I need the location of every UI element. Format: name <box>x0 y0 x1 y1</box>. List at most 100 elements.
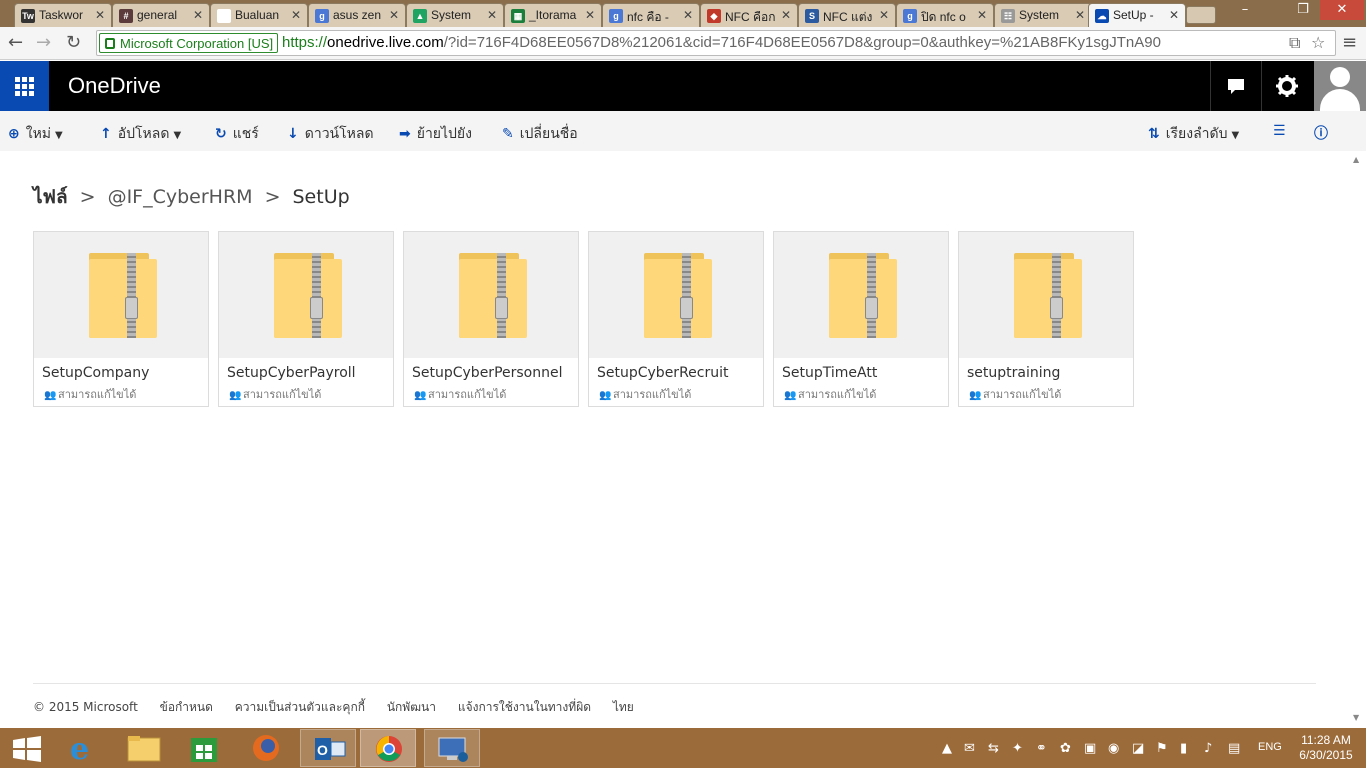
new-tab-button[interactable] <box>1186 6 1216 24</box>
browser-tab[interactable]: ▲ System ✕ <box>406 3 504 27</box>
browser-tab[interactable]: g ปิด nfc o ✕ <box>896 3 994 27</box>
browser-tab[interactable]: g asus zen ✕ <box>308 3 406 27</box>
folder-name[interactable]: setuptraining <box>967 365 1060 381</box>
tab-close-icon[interactable]: ✕ <box>291 8 301 22</box>
folder-name[interactable]: SetupCyberRecruit <box>597 365 728 381</box>
notifications-button[interactable] <box>1210 61 1260 111</box>
taskbar-chrome[interactable] <box>360 729 416 767</box>
tray-app-icon[interactable]: ⚑ <box>1156 741 1168 756</box>
address-bar[interactable]: Microsoft Corporation [US] https://onedr… <box>96 30 1336 56</box>
volume-icon[interactable]: ♪ <box>1204 741 1212 756</box>
tab-close-icon[interactable]: ✕ <box>781 8 791 22</box>
list-view-button[interactable]: ☰ <box>1273 123 1292 139</box>
sharing-status: 👥 สามารถแก้ไขได้ <box>784 388 877 401</box>
folder-tile[interactable]: SetupCyberPayroll 👥 สามารถแก้ไขได้ <box>218 231 394 407</box>
tray-app-icon[interactable]: ✉ <box>964 741 975 756</box>
tab-close-icon[interactable]: ✕ <box>487 8 497 22</box>
reload-icon[interactable]: ↻ <box>66 32 81 53</box>
ev-certificate-badge[interactable]: Microsoft Corporation [US] <box>99 33 279 53</box>
minimize-button[interactable]: – <box>1232 0 1258 20</box>
tab-close-icon[interactable]: ✕ <box>683 8 693 22</box>
tray-app-icon[interactable]: ⇆ <box>988 741 999 756</box>
tab-close-icon[interactable]: ✕ <box>879 8 889 22</box>
folder-name[interactable]: SetupCyberPersonnel <box>412 365 563 381</box>
user-avatar[interactable] <box>1314 61 1366 111</box>
folder-tile[interactable]: SetupCyberRecruit 👥 สามารถแก้ไขได้ <box>588 231 764 407</box>
network-icon[interactable]: ▤ <box>1228 741 1240 756</box>
browser-tab[interactable]: Bualuan ✕ <box>210 3 308 27</box>
breadcrumb-root[interactable]: ไฟล์ <box>33 186 68 208</box>
terms-link[interactable]: ข้อกำหนด <box>160 700 213 714</box>
tab-close-icon[interactable]: ✕ <box>193 8 203 22</box>
browser-tab[interactable]: ▦ _Itorama ✕ <box>504 3 602 27</box>
report-abuse-link[interactable]: แจ้งการใช้งานในทางที่ผิด <box>458 700 591 714</box>
taskbar-outlook[interactable]: O <box>300 729 356 767</box>
tab-close-icon[interactable]: ✕ <box>585 8 595 22</box>
tab-close-icon[interactable]: ✕ <box>977 8 987 22</box>
privacy-link[interactable]: ความเป็นส่วนตัวและคุกกี้ <box>235 700 365 714</box>
taskbar-firefox[interactable] <box>238 729 294 767</box>
app-title[interactable]: OneDrive <box>68 73 161 99</box>
folder-tile[interactable]: SetupCompany 👥 สามารถแก้ไขได้ <box>33 231 209 407</box>
url-text[interactable]: https://onedrive.live.com/?id=716F4D68EE… <box>282 34 1161 51</box>
taskbar-file-explorer[interactable] <box>116 729 172 767</box>
show-hidden-icons-icon[interactable]: ▲ <box>942 741 952 756</box>
start-button[interactable] <box>0 729 56 767</box>
tray-app-icon[interactable]: ◪ <box>1132 741 1144 756</box>
tab-close-icon[interactable]: ✕ <box>95 8 105 22</box>
folder-tile[interactable]: setuptraining 👥 สามารถแก้ไขได้ <box>958 231 1134 407</box>
folder-name[interactable]: SetupCompany <box>42 365 149 381</box>
chrome-menu-icon[interactable]: ≡ <box>1342 32 1357 53</box>
browser-tab[interactable]: Tw Taskwor ✕ <box>14 3 112 27</box>
system-clock[interactable]: 11:28 AM 6/30/2015 <box>1296 733 1356 763</box>
input-language[interactable]: ENG <box>1258 741 1282 753</box>
new-button[interactable]: ⊕ ใหม่ ▼ <box>8 123 63 145</box>
bookmark-star-icon[interactable]: ☆ <box>1311 33 1325 52</box>
vertical-scrollbar[interactable]: ▲ ▼ <box>1349 151 1366 728</box>
taskbar-remote-desktop[interactable] <box>424 729 480 767</box>
tray-app-icon[interactable]: ⚭ <box>1036 741 1047 756</box>
tray-app-icon[interactable]: ◉ <box>1108 741 1119 756</box>
taskbar-internet-explorer[interactable]: e <box>56 729 112 767</box>
developers-link[interactable]: นักพัฒนา <box>387 700 436 714</box>
rename-button[interactable]: ✎ เปลี่ยนชื่อ <box>502 123 578 145</box>
browser-tab[interactable]: S NFC แต่ง ✕ <box>798 3 896 27</box>
back-icon[interactable]: ← <box>8 32 23 53</box>
scroll-up-icon[interactable]: ▲ <box>1353 155 1359 164</box>
taskbar-store[interactable] <box>176 729 232 767</box>
tray-app-icon[interactable]: ▣ <box>1084 741 1096 756</box>
folder-thumbnail <box>959 232 1133 358</box>
folder-name[interactable]: SetupTimeAtt <box>782 365 877 381</box>
browser-tab[interactable]: # general ✕ <box>112 3 210 27</box>
browser-tab[interactable]: g nfc คือ - ✕ <box>602 3 700 27</box>
browser-tab[interactable]: ◆ NFC คือก ✕ <box>700 3 798 27</box>
folder-tile[interactable]: SetupCyberPersonnel 👥 สามารถแก้ไขได้ <box>403 231 579 407</box>
restore-button[interactable]: ❐ <box>1290 0 1316 20</box>
tab-close-icon[interactable]: ✕ <box>1169 8 1179 22</box>
upload-button[interactable]: ↑ อัปโหลด ▼ <box>100 123 181 145</box>
chevron-down-icon: ▼ <box>173 130 182 141</box>
tray-app-icon[interactable]: ✦ <box>1012 741 1023 756</box>
browser-toolbar: ← → ↻ Microsoft Corporation [US] https:/… <box>0 27 1366 60</box>
move-to-button[interactable]: ➡ ย้ายไปยัง <box>399 123 472 145</box>
details-pane-button[interactable]: ⓘ <box>1314 123 1334 143</box>
app-launcher-button[interactable] <box>0 61 49 111</box>
forward-icon[interactable]: → <box>36 32 51 53</box>
tray-app-icon[interactable]: ✿ <box>1060 741 1071 756</box>
share-button[interactable]: ↻ แชร์ <box>215 123 259 145</box>
close-window-button[interactable]: ✕ <box>1320 0 1364 20</box>
battery-icon[interactable]: ▮ <box>1180 741 1187 756</box>
tab-close-icon[interactable]: ✕ <box>389 8 399 22</box>
sort-button[interactable]: ⇅ เรียงลำดับ ▼ <box>1148 123 1239 145</box>
folder-tile[interactable]: SetupTimeAtt 👥 สามารถแก้ไขได้ <box>773 231 949 407</box>
translate-icon[interactable]: ⧉ <box>1289 33 1300 53</box>
language-link[interactable]: ไทย <box>613 700 634 714</box>
tab-close-icon[interactable]: ✕ <box>1075 8 1085 22</box>
browser-tab[interactable]: ☁ SetUp - ✕ <box>1088 3 1186 27</box>
browser-tab[interactable]: ☷ System ✕ <box>994 3 1092 27</box>
breadcrumb-parent[interactable]: @IF_CyberHRM <box>108 186 253 208</box>
scroll-down-icon[interactable]: ▼ <box>1353 713 1359 722</box>
download-button[interactable]: ↓ ดาวน์โหลด <box>287 123 374 145</box>
folder-name[interactable]: SetupCyberPayroll <box>227 365 356 381</box>
settings-button[interactable] <box>1261 61 1311 111</box>
